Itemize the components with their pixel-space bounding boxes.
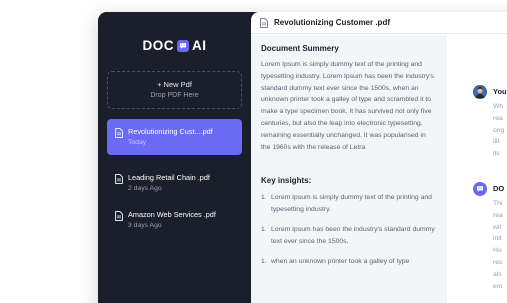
doc-time: 3 days Ago [128,222,162,229]
document-icon [115,211,123,221]
user-avatar [473,85,487,99]
message-line: its [493,150,500,158]
document-icon [115,128,123,138]
message-line: init [493,235,502,243]
doc-name: Leading Retail Chain .pdf [128,173,210,182]
insight-item: 1. Lorem Ipsum has been the industry's st… [261,224,437,247]
chat-message-bot: DO Thi rea wit init Ho res als em [493,184,507,292]
document-title: Revolutionizing Customer .pdf [274,18,390,27]
logo-text-left: DOC [142,38,174,53]
insights-list: 1. Lorem Ipsum is simply dummy text of th… [261,192,437,268]
insight-item: 1. Lorem Ipsum is simply dummy text of th… [261,192,437,215]
insight-item: 1. when an unknown printer took a galley … [261,256,437,268]
new-pdf-dropzone[interactable]: + New Pdf Drop PDF Here [107,71,242,109]
insight-text: Lorem Ipsum is simply dummy text of the … [271,194,432,213]
message-author: You [493,87,507,96]
drop-pdf-hint: Drop PDF Here [150,92,199,99]
bot-avatar [473,182,487,196]
document-icon [115,174,123,184]
bot-chat-icon [477,186,483,192]
message-line: Wh [493,103,504,110]
new-pdf-label: + New Pdf [157,80,192,89]
screen: DOC AI + New Pdf Drop PDF Here Revolutio… [0,0,507,303]
message-line: em [493,282,503,290]
summary-body: Lorem Ipsum is simply dummy text of the … [261,61,435,151]
message-line: als [493,270,502,278]
summary-heading: Document Summery [261,44,339,53]
document-header: Revolutionizing Customer .pdf [251,12,507,34]
message-author: DO [493,184,505,193]
message-line: Thi [493,200,503,207]
message-line: rea [493,211,503,219]
message-line: ilit [493,138,500,146]
sidebar: DOC AI + New Pdf Drop PDF Here Revolutio… [98,12,251,303]
doc-name: Revolutionizing Cust....pdf [128,127,213,136]
summary-panel: Document Summery Lorem Ipsum is simply d… [251,35,447,303]
app-logo: DOC AI [98,38,251,53]
app-window: DOC AI + New Pdf Drop PDF Here Revolutio… [98,12,507,303]
sidebar-doc-amazon[interactable]: Amazon Web Services .pdf 3 days Ago [107,202,242,238]
message-line: wit [493,223,502,231]
doc-name: Amazon Web Services .pdf [128,210,216,219]
message-line: ong [493,126,505,134]
doc-time: Today [128,139,147,146]
sidebar-doc-leading-retail[interactable]: Leading Retail Chain .pdf 2 days Ago [107,165,242,201]
message-line: Ho [493,247,502,255]
document-icon [260,17,268,28]
main-panel: Revolutionizing Customer .pdf Document S… [251,12,507,303]
chat-message-user: You Wh rea ong ilit its [493,87,507,160]
chat-panel: You Wh rea ong ilit its DO Thi rea wit i… [447,35,507,303]
logo-text-right: AI [192,38,207,53]
sidebar-doc-revolutionizing[interactable]: Revolutionizing Cust....pdf Today [107,119,242,155]
logo-chat-icon [177,39,189,52]
message-line: rea [493,114,503,122]
message-line: res [493,258,503,266]
doc-time: 2 days Ago [128,185,162,192]
insight-text: when an unknown printer took a galley of… [271,258,410,266]
insight-text: Lorem Ipsum has been the industry's stan… [271,226,435,245]
insights-heading: Key insights: [261,176,312,186]
